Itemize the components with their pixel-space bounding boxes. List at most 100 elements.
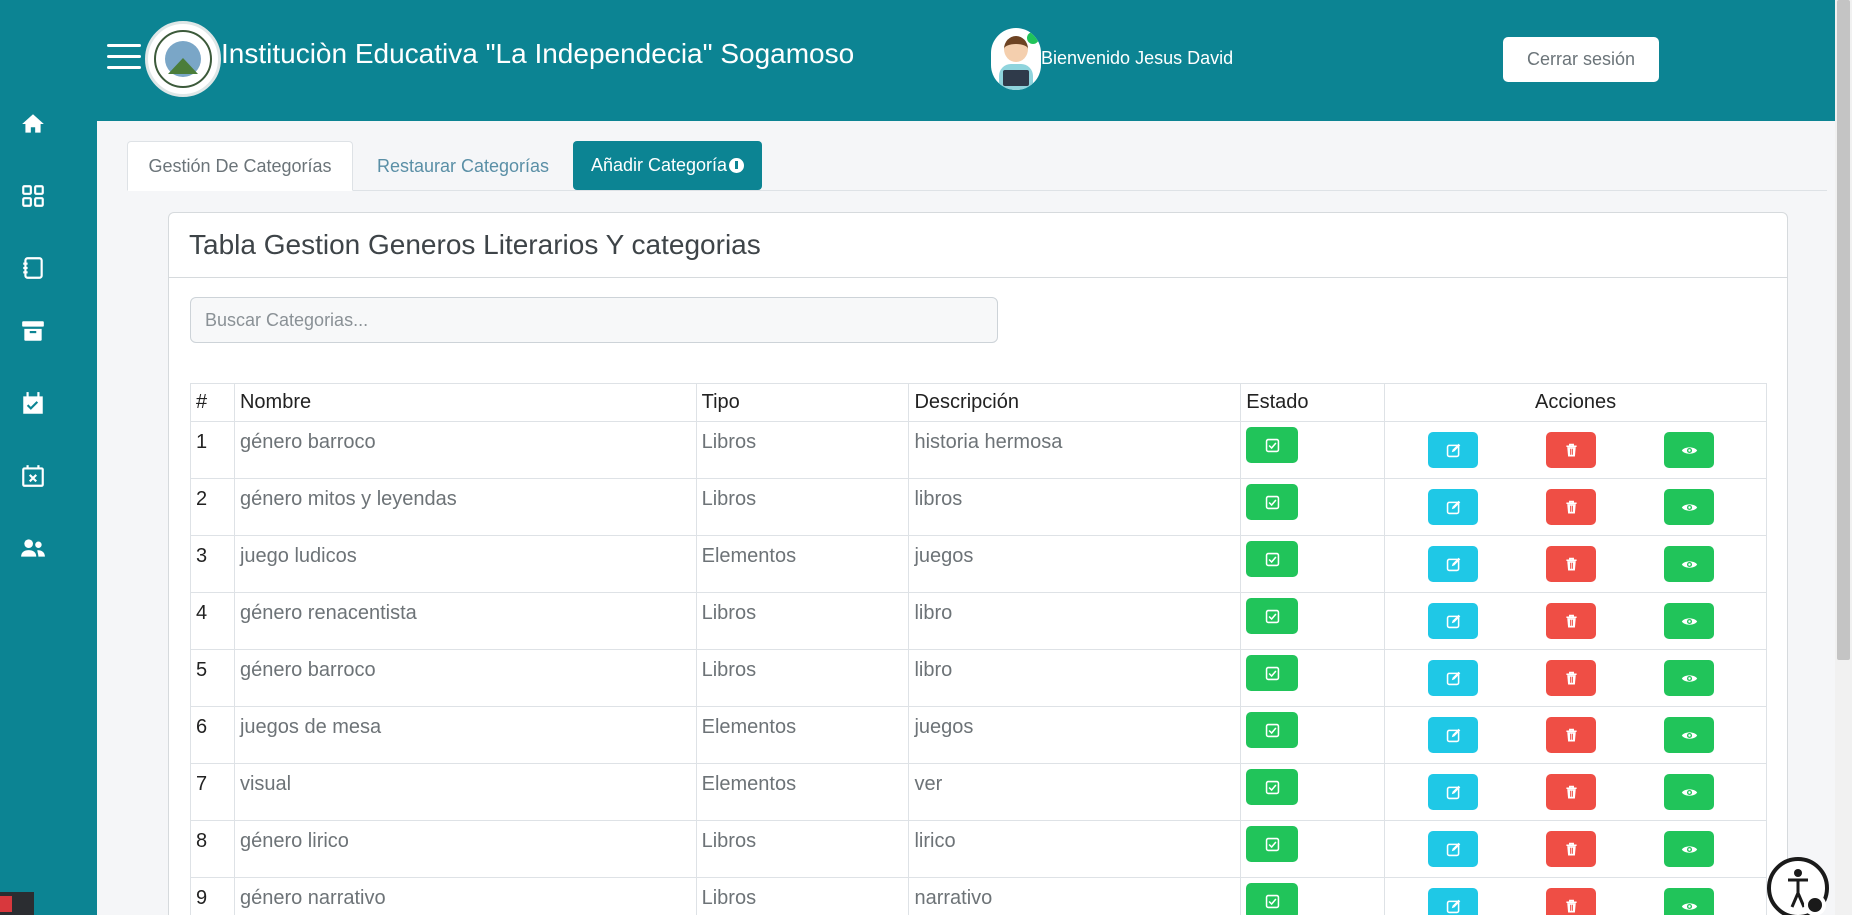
state-toggle-button[interactable] [1246,826,1299,862]
users-icon[interactable] [18,533,48,563]
edit-icon [1446,671,1460,685]
state-toggle-button[interactable] [1246,883,1299,915]
delete-button[interactable] [1546,774,1597,810]
table-row: 6 juegos de mesa Elementos juegos [190,706,1767,764]
view-button[interactable] [1664,660,1715,696]
eye-icon [1681,446,1697,454]
book-icon[interactable] [18,253,48,283]
row-acciones [1384,820,1767,878]
table-row: 7 visual Elementos ver [190,763,1767,821]
tab-anadir-label: Añadir Categoría [590,155,728,175]
edit-icon [1446,443,1460,457]
row-nombre: género mitos y leyendas [233,478,697,536]
state-toggle-button[interactable] [1246,769,1299,805]
edit-button[interactable] [1428,432,1479,468]
state-toggle-button[interactable] [1246,427,1299,463]
check-square-icon [1265,666,1279,680]
row-number: 7 [190,763,235,821]
header-descripcion: Descripción [908,383,1242,422]
eye-icon [1681,788,1697,796]
table-row: 1 género barroco Libros historia hermosa [190,421,1767,479]
view-button[interactable] [1664,888,1715,915]
table-row: 3 juego ludicos Elementos juegos [190,535,1767,593]
header-nombre: Nombre [233,383,697,422]
row-nombre: género barroco [233,649,697,707]
scrollbar[interactable] [1835,0,1852,915]
row-number: 3 [190,535,235,593]
eye-icon [1681,731,1697,739]
state-toggle-button[interactable] [1246,484,1299,520]
calendar-check-icon[interactable] [18,389,48,419]
header-tipo: Tipo [695,383,910,422]
edit-button[interactable] [1428,546,1479,582]
categories-card: Tabla Gestion Generos Literarios Y categ… [168,212,1788,915]
table-header-row: # Nombre Tipo Descripción Estado Accione… [190,383,1767,422]
delete-button[interactable] [1546,660,1597,696]
view-button[interactable] [1664,603,1715,639]
edit-button[interactable] [1428,489,1479,525]
row-acciones [1384,763,1767,821]
delete-button[interactable] [1546,603,1597,639]
home-icon[interactable] [18,109,48,139]
logout-button[interactable]: Cerrar sesión [1503,37,1659,82]
table-row: 4 género renacentista Libros libro [190,592,1767,650]
edit-button[interactable] [1428,603,1479,639]
state-toggle-button[interactable] [1246,712,1299,748]
hamburger-menu-icon[interactable] [107,44,141,72]
view-button[interactable] [1664,546,1715,582]
row-number: 9 [190,877,235,915]
scrollbar-thumb[interactable] [1837,0,1850,660]
table-row: 9 género narrativo Libros narrativo [190,877,1767,915]
check-square-icon [1265,780,1279,794]
search-input[interactable] [190,297,998,343]
check-square-icon [1265,552,1279,566]
delete-button[interactable] [1546,432,1597,468]
edit-button[interactable] [1428,660,1479,696]
tab-restaurar-categorias[interactable]: Restaurar Categorías [353,141,573,191]
edit-button[interactable] [1428,774,1479,810]
row-nombre: género renacentista [233,592,697,650]
row-acciones [1384,592,1767,650]
tab-gestion-categorias[interactable]: Gestión De Categorías [127,141,353,191]
trash-icon [1566,671,1577,684]
row-number: 8 [190,820,235,878]
school-logo [145,21,221,97]
accessibility-widget-icon[interactable] [1767,857,1829,915]
eye-icon [1681,674,1697,682]
view-button[interactable] [1664,831,1715,867]
corner-badge [0,892,34,915]
row-nombre: juego ludicos [233,535,697,593]
row-acciones [1384,706,1767,764]
row-estado [1240,421,1386,479]
delete-button[interactable] [1546,888,1597,915]
view-button[interactable] [1664,432,1715,468]
grid-icon[interactable] [18,181,48,211]
view-button[interactable] [1664,489,1715,525]
check-square-icon [1265,438,1279,452]
edit-button[interactable] [1428,717,1479,753]
view-button[interactable] [1664,717,1715,753]
row-nombre: visual [233,763,697,821]
edit-button[interactable] [1428,831,1479,867]
tab-anadir-categoria[interactable]: Añadir Categoría [573,141,762,190]
state-toggle-button[interactable] [1246,655,1299,691]
row-estado [1240,763,1386,821]
row-estado [1240,649,1386,707]
archive-icon[interactable] [18,316,48,346]
calendar-x-icon[interactable] [18,461,48,491]
sidebar [0,0,97,915]
state-toggle-button[interactable] [1246,598,1299,634]
card-title: Tabla Gestion Generos Literarios Y categ… [169,213,1787,278]
delete-button[interactable] [1546,831,1597,867]
state-toggle-button[interactable] [1246,541,1299,577]
row-tipo: Libros [695,592,910,650]
view-button[interactable] [1664,774,1715,810]
row-estado [1240,877,1386,915]
site-title: Instituciòn Educativa "La Independecia" … [221,38,855,69]
edit-button[interactable] [1428,888,1479,915]
delete-button[interactable] [1546,546,1597,582]
row-nombre: género barroco [233,421,697,479]
delete-button[interactable] [1546,489,1597,525]
delete-button[interactable] [1546,717,1597,753]
row-estado [1240,706,1386,764]
